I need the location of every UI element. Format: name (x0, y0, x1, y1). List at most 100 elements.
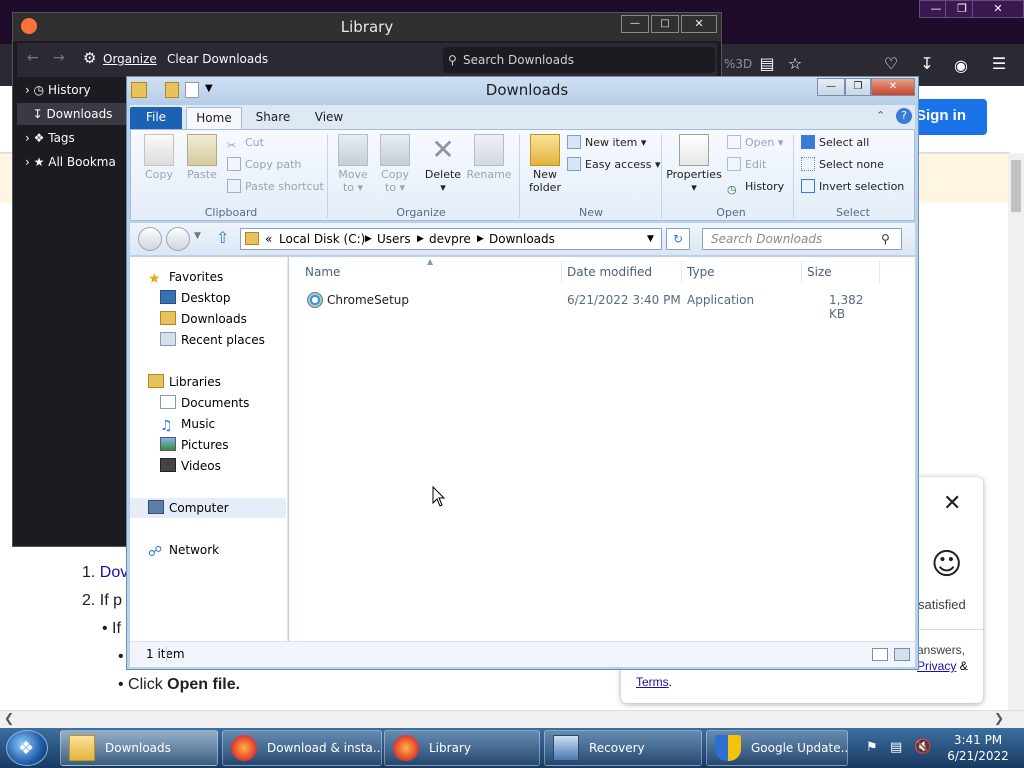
search-icon[interactable]: ⚲ (881, 229, 890, 249)
reader-view-icon[interactable]: ▤ (756, 53, 778, 75)
download-link[interactable]: Dov (100, 564, 128, 581)
table-row[interactable]: ChromeSetup 6/21/2022 3:40 PM Applicatio… (297, 287, 877, 321)
chevron-right-icon[interactable]: › (25, 131, 30, 145)
tree-item-all-bookmarks[interactable]: › ★ All Bookma (17, 151, 129, 173)
history-button[interactable]: ◷ History (727, 178, 784, 196)
refresh-icon[interactable]: ↻ (666, 228, 690, 250)
library-maximize-button[interactable]: □ (651, 15, 679, 33)
column-separator[interactable] (879, 261, 880, 283)
explorer-minimize-button[interactable]: — (817, 78, 845, 96)
bookmark-star-icon[interactable]: ☆ (784, 53, 806, 75)
file-name[interactable]: ChromeSetup (327, 293, 409, 307)
tab-view[interactable]: View (304, 107, 354, 129)
scroll-right-icon[interactable]: ❯ (994, 711, 1004, 725)
up-arrow-icon[interactable]: ⇧ (216, 228, 229, 247)
nav-music[interactable]: ♫ Music (130, 414, 286, 434)
new-folder-button[interactable]: New folder (525, 134, 565, 194)
copy-to-button[interactable]: Copy to ▾ (375, 134, 415, 194)
downloads-icon[interactable]: ↧ (916, 53, 938, 75)
page-horizontal-scrollbar[interactable]: ❮ ❯ (0, 710, 1024, 728)
taskbar-button-google-update[interactable]: Google Update... (706, 730, 848, 766)
paste-button[interactable]: Paste (181, 134, 223, 181)
taskbar-button-firefox-page[interactable]: Download & insta... (222, 730, 382, 766)
details-view-icon[interactable] (872, 648, 888, 661)
address-separator-icon[interactable]: ▶ (477, 229, 484, 249)
pocket-icon[interactable]: ♡ (880, 53, 902, 75)
nav-computer[interactable]: Computer (130, 498, 286, 518)
menu-icon[interactable]: ☰ (988, 53, 1010, 75)
explorer-search-input[interactable]: Search Downloads ⚲ (702, 228, 902, 250)
tree-item-tags[interactable]: › ❖ Tags (17, 127, 129, 149)
tab-file[interactable]: File (130, 107, 182, 129)
nav-documents[interactable]: Documents (130, 393, 286, 413)
copy-path-button[interactable]: Copy path (227, 156, 301, 174)
column-separator[interactable] (801, 261, 802, 283)
library-minimize-button[interactable]: — (621, 15, 649, 33)
system-clock[interactable]: 3:41 PM 6/21/2022 (940, 732, 1016, 764)
firefox-close-button[interactable]: ✕ (972, 0, 1024, 18)
forward-icon[interactable]: → (53, 50, 65, 66)
back-button[interactable] (138, 227, 162, 251)
start-button[interactable]: ❖ (6, 730, 48, 766)
nav-desktop[interactable]: Desktop (130, 288, 286, 308)
delete-button[interactable]: ✕ Delete ▾ (423, 134, 463, 195)
popup-close-icon[interactable]: ✕ (943, 491, 961, 516)
address-separator-icon[interactable]: ▶ (365, 229, 372, 249)
library-search-input[interactable]: ⚲ Search Downloads (443, 47, 715, 73)
explorer-close-button[interactable]: ✕ (871, 78, 915, 96)
page-scrollbar-thumb[interactable] (1011, 160, 1021, 212)
nav-downloads[interactable]: Downloads (130, 309, 286, 329)
forward-button[interactable] (166, 227, 190, 251)
action-center-flag-icon[interactable]: ⚑ (866, 740, 878, 755)
nav-favorites[interactable]: ★ Favorites (130, 267, 286, 287)
taskbar-button-downloads[interactable]: Downloads (60, 730, 218, 766)
rename-button[interactable]: Rename (465, 134, 513, 181)
library-close-button[interactable]: ✕ (681, 15, 717, 33)
column-separator[interactable] (681, 261, 682, 283)
ribbon-collapse-icon[interactable]: ⌃ (876, 109, 885, 122)
column-date-modified[interactable]: Date modified (567, 265, 652, 279)
qat-dropdown-icon[interactable]: ▼ (205, 83, 213, 94)
page-scrollbar[interactable] (1008, 153, 1024, 710)
volume-muted-icon[interactable]: 🔇 (914, 739, 931, 755)
tab-home[interactable]: Home (186, 107, 242, 129)
paste-shortcut-button[interactable]: Paste shortcut (227, 178, 324, 196)
properties-button[interactable]: Properties ▾ (665, 134, 723, 194)
address-segment-drive[interactable]: Local Disk (C:) (279, 229, 365, 249)
clear-downloads-button[interactable]: Clear Downloads (167, 52, 268, 66)
address-segment-downloads[interactable]: Downloads (489, 229, 555, 249)
nav-libraries[interactable]: Libraries (130, 372, 286, 392)
recent-locations-icon[interactable]: ▼ (194, 231, 201, 241)
address-segment-users[interactable]: Users (377, 229, 411, 249)
back-icon[interactable]: ← (27, 50, 39, 66)
help-icon[interactable]: ? (896, 108, 912, 124)
sign-in-button[interactable]: Sign in (908, 99, 987, 135)
scroll-left-icon[interactable]: ❮ (4, 711, 14, 725)
nav-recent-places[interactable]: Recent places (130, 330, 286, 350)
taskbar-button-recovery[interactable]: Recovery (544, 730, 702, 766)
address-segment-user[interactable]: devpre (429, 229, 471, 249)
column-size[interactable]: Size (807, 265, 832, 279)
easy-access-button[interactable]: Easy access ▾ (567, 156, 661, 174)
move-to-button[interactable]: Move to ▾ (333, 134, 373, 194)
address-dropdown-icon[interactable]: ▼ (647, 229, 654, 249)
taskbar-button-library[interactable]: Library (384, 730, 540, 766)
address-separator-icon[interactable]: ▶ (417, 229, 424, 249)
address-overflow-icon[interactable]: « (265, 229, 272, 249)
nav-network[interactable]: ☍ Network (130, 540, 286, 560)
properties-qat-icon[interactable] (185, 82, 199, 98)
chevron-right-icon[interactable]: › (25, 155, 30, 169)
network-tray-icon[interactable]: ▤ (890, 740, 902, 755)
large-icons-view-icon[interactable] (894, 648, 910, 661)
nav-videos[interactable]: Videos (130, 456, 286, 476)
new-folder-qat-icon[interactable] (165, 82, 179, 98)
chevron-right-icon[interactable]: › (25, 83, 30, 97)
privacy-link[interactable]: Privacy (917, 659, 956, 673)
select-none-button[interactable]: Select none (801, 156, 884, 174)
column-type[interactable]: Type (687, 265, 715, 279)
select-all-button[interactable]: Select all (801, 134, 869, 152)
address-bar[interactable]: « Local Disk (C:) ▶ Users ▶ devpre ▶ Dow… (240, 228, 662, 250)
column-name[interactable]: Name (305, 265, 340, 279)
edit-button[interactable]: Edit (727, 156, 766, 174)
new-item-button[interactable]: New item ▾ (567, 134, 646, 152)
